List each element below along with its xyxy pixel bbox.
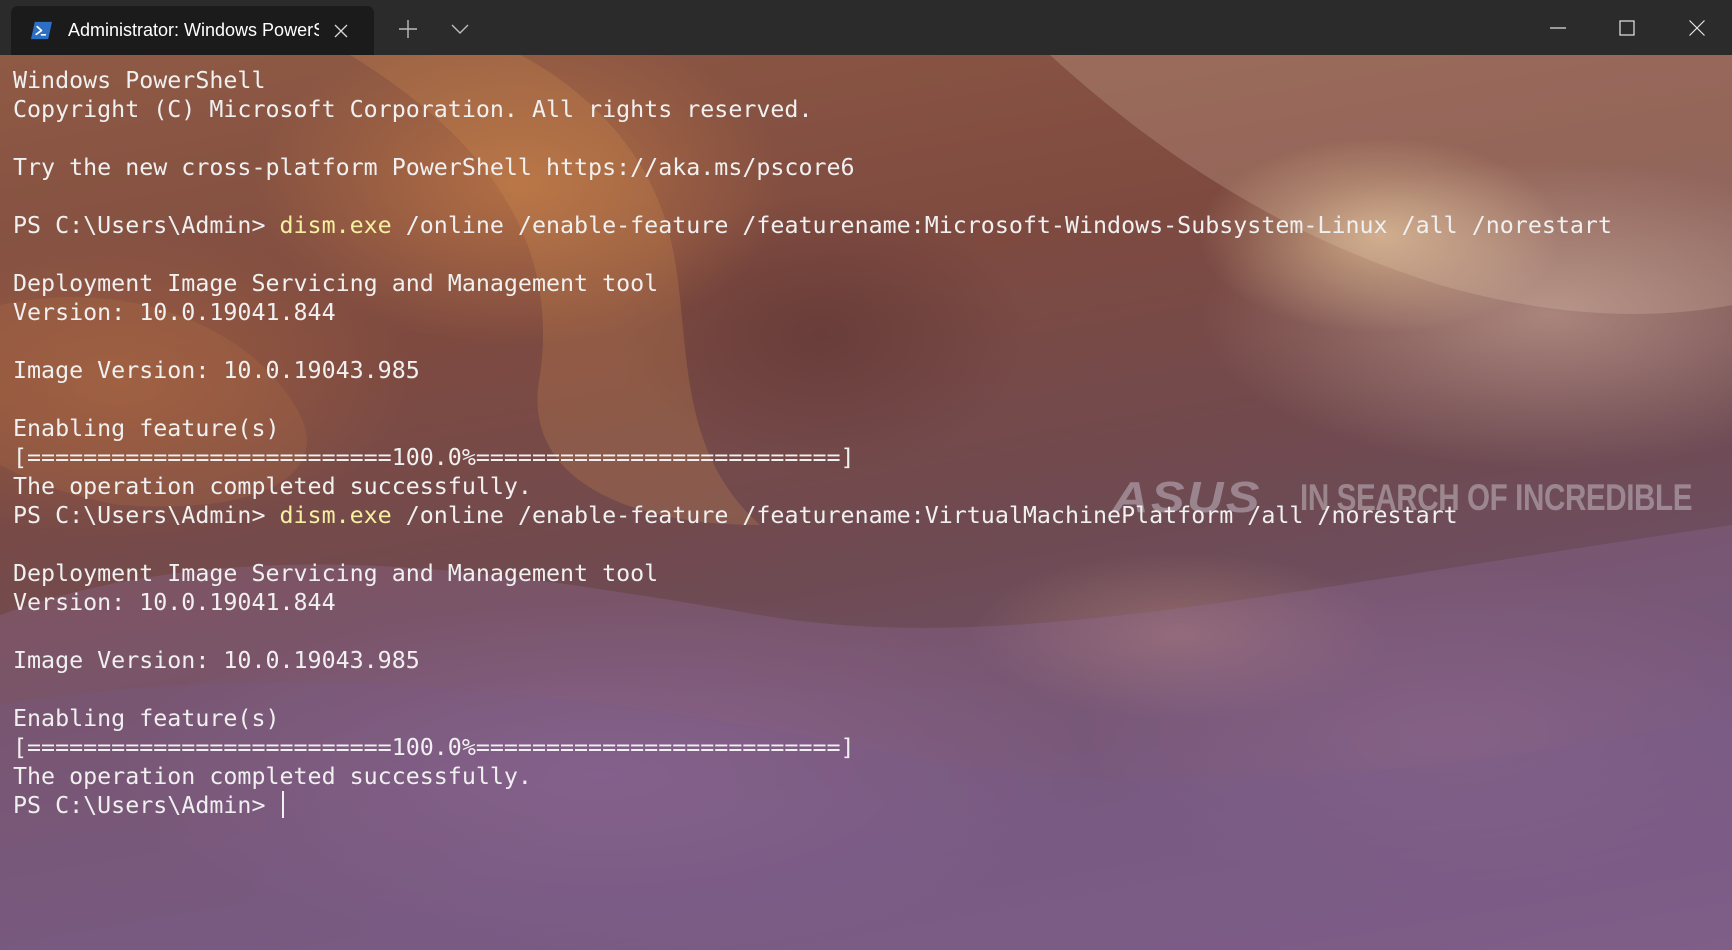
output-line: Version: 10.0.19041.844 <box>13 589 336 616</box>
terminal-output[interactable]: Windows PowerShell Copyright (C) Microsof… <box>13 66 1612 820</box>
text-cursor <box>281 791 284 818</box>
output-line: Windows PowerShell <box>13 67 266 94</box>
close-window-button[interactable] <box>1662 0 1732 55</box>
tab-dropdown-button[interactable] <box>440 11 480 47</box>
close-icon[interactable] <box>1688 19 1706 37</box>
powershell-icon <box>30 21 53 40</box>
close-icon[interactable] <box>333 23 349 39</box>
output-line: [==========================100.0%=======… <box>13 444 855 471</box>
output-line: Image Version: 10.0.19043.985 <box>13 357 420 384</box>
output-line: [==========================100.0%=======… <box>13 734 855 761</box>
terminal-pane[interactable]: ASUS IN SEARCH OF INCREDIBLE Windows Pow… <box>0 55 1732 950</box>
new-tab-button[interactable] <box>388 11 428 47</box>
command-arguments: /online /enable-feature /featurename:Vir… <box>391 502 1458 529</box>
tab-close-button[interactable] <box>327 17 355 45</box>
minimize-button[interactable] <box>1523 0 1593 55</box>
minimize-icon[interactable] <box>1549 19 1567 37</box>
command-name: dism.exe <box>279 502 392 529</box>
title-bar[interactable]: Administrator: Windows PowerShell <box>0 0 1732 55</box>
chevron-down-icon[interactable] <box>451 23 469 35</box>
maximize-icon[interactable] <box>1618 19 1636 37</box>
prompt-text: PS C:\Users\Admin> <box>13 212 280 239</box>
command-name: dism.exe <box>279 212 392 239</box>
output-line: Enabling feature(s) <box>13 415 280 442</box>
tab-title: Administrator: Windows PowerShell <box>68 20 319 40</box>
tab-powershell[interactable]: Administrator: Windows PowerShell <box>11 6 374 55</box>
output-line: Image Version: 10.0.19043.985 <box>13 647 420 674</box>
output-line: Try the new cross-platform PowerShell ht… <box>13 154 855 181</box>
output-line: Deployment Image Servicing and Managemen… <box>13 560 659 587</box>
output-line: Version: 10.0.19041.844 <box>13 299 336 326</box>
maximize-button[interactable] <box>1592 0 1662 55</box>
output-line: The operation completed successfully. <box>13 473 532 500</box>
output-line: The operation completed successfully. <box>13 763 532 790</box>
output-line: Enabling feature(s) <box>13 705 280 732</box>
plus-icon[interactable] <box>398 19 418 39</box>
prompt-line: PS C:\Users\Admin> <box>13 791 1612 820</box>
terminal-window: Administrator: Windows PowerShell <box>0 0 1732 950</box>
command-line: PS C:\Users\Admin> dism.exe /online /ena… <box>13 501 1612 530</box>
prompt-text: PS C:\Users\Admin> <box>13 792 280 819</box>
prompt-text: PS C:\Users\Admin> <box>13 502 280 529</box>
output-line: Deployment Image Servicing and Managemen… <box>13 270 659 297</box>
output-line: Copyright (C) Microsoft Corporation. All… <box>13 96 813 123</box>
command-line: PS C:\Users\Admin> dism.exe /online /ena… <box>13 211 1612 240</box>
command-arguments: /online /enable-feature /featurename:Mic… <box>391 212 1612 239</box>
